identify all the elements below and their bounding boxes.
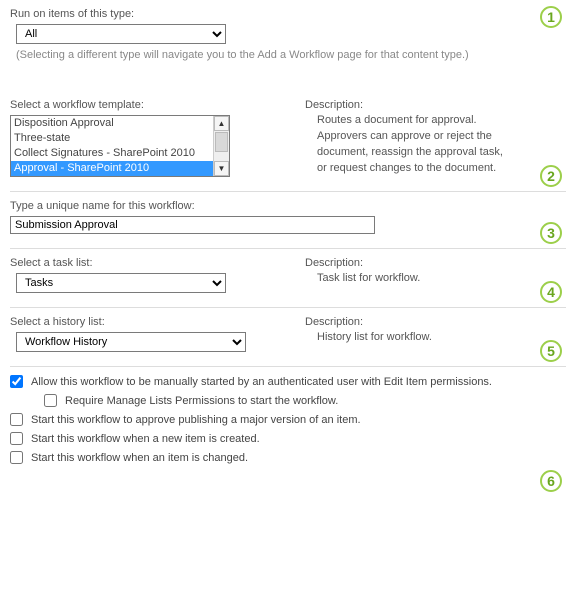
template-desc-head: Description:: [305, 99, 566, 111]
divider: [10, 191, 566, 192]
workflow-name-label: Type a unique name for this workflow:: [10, 200, 566, 212]
history-list-label: Select a history list:: [10, 316, 285, 328]
start-option-checkbox[interactable]: [10, 432, 23, 445]
task-list-select[interactable]: Tasks: [16, 273, 226, 293]
step-badge-5: 5: [540, 340, 562, 362]
template-listbox[interactable]: Disposition Approval Three-state Collect…: [10, 115, 230, 177]
history-list-desc-head: Description:: [305, 316, 566, 328]
divider: [10, 307, 566, 308]
scroll-down-icon[interactable]: ▼: [214, 161, 229, 176]
divider: [10, 248, 566, 249]
template-desc-body: Routes a document for approval. Approver…: [305, 113, 566, 177]
section-run-type: 1 Run on items of this type: All (Select…: [10, 8, 566, 71]
section-history-list: Select a history list: Workflow History …: [10, 316, 566, 362]
start-option-row: Start this workflow when a new item is c…: [10, 432, 566, 445]
section-start-options: Allow this workflow to be manually start…: [10, 375, 566, 488]
history-list-select[interactable]: Workflow History: [16, 332, 246, 352]
start-option-label: Start this workflow when a new item is c…: [31, 433, 260, 445]
workflow-name-input[interactable]: [10, 216, 375, 234]
step-badge-1: 1: [540, 6, 562, 28]
start-option-checkbox[interactable]: [10, 413, 23, 426]
template-option-selected[interactable]: Approval - SharePoint 2010: [11, 161, 213, 176]
start-option-row: Start this workflow to approve publishin…: [10, 413, 566, 426]
history-list-desc-body: History list for workflow.: [305, 330, 566, 346]
start-option-row: Require Manage Lists Permissions to star…: [44, 394, 566, 407]
section-task-list: Select a task list: Tasks Description: T…: [10, 257, 566, 303]
step-badge-6: 6: [540, 470, 562, 492]
template-label: Select a workflow template:: [10, 99, 285, 111]
step-badge-2: 2: [540, 165, 562, 187]
template-option[interactable]: Collect Signatures - SharePoint 2010: [11, 146, 213, 161]
task-list-desc-body: Task list for workflow.: [305, 271, 566, 287]
step-badge-4: 4: [540, 281, 562, 303]
run-type-label: Run on items of this type:: [10, 8, 566, 20]
scroll-thumb[interactable]: [215, 132, 228, 152]
start-option-row: Start this workflow when an item is chan…: [10, 451, 566, 464]
start-option-label: Start this workflow when an item is chan…: [31, 452, 248, 464]
run-type-select[interactable]: All: [16, 24, 226, 44]
start-option-label: Allow this workflow to be manually start…: [31, 376, 492, 388]
start-option-label: Start this workflow to approve publishin…: [31, 414, 361, 426]
start-option-checkbox[interactable]: [44, 394, 57, 407]
start-option-label: Require Manage Lists Permissions to star…: [65, 395, 338, 407]
task-list-label: Select a task list:: [10, 257, 285, 269]
start-option-checkbox[interactable]: [10, 451, 23, 464]
template-listbox-items: Disposition Approval Three-state Collect…: [11, 116, 213, 176]
listbox-scrollbar[interactable]: ▲ ▼: [213, 116, 229, 176]
section-template: Select a workflow template: Disposition …: [10, 99, 566, 187]
divider: [10, 366, 566, 367]
scroll-up-icon[interactable]: ▲: [214, 116, 229, 131]
run-type-hint: (Selecting a different type will navigat…: [10, 49, 566, 61]
template-option[interactable]: Three-state: [11, 131, 213, 146]
step-badge-3: 3: [540, 222, 562, 244]
task-list-desc-head: Description:: [305, 257, 566, 269]
section-name: Type a unique name for this workflow: 3: [10, 200, 566, 244]
start-option-row: Allow this workflow to be manually start…: [10, 375, 566, 388]
start-option-checkbox[interactable]: [10, 375, 23, 388]
template-option[interactable]: Disposition Approval: [11, 116, 213, 131]
